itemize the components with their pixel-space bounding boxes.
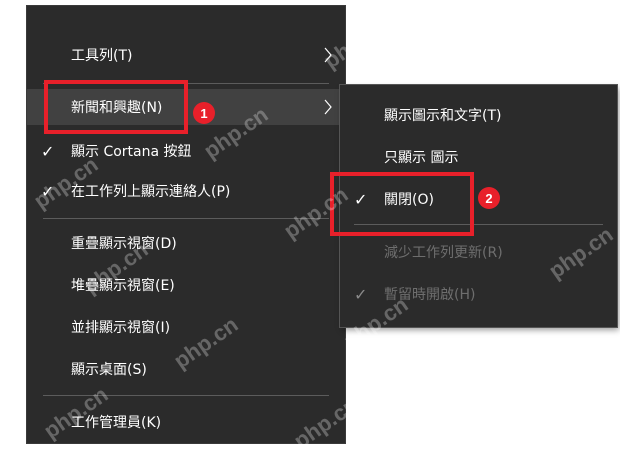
- menu-item-show-cortana[interactable]: ✓ 顯示 Cortana 按鈕: [27, 133, 345, 169]
- menu-item-show-desktop[interactable]: 顯示桌面(S): [27, 351, 345, 387]
- callout-box-turn-off: [330, 172, 474, 236]
- menu-item-label: 並排顯示視窗(I): [71, 320, 171, 336]
- checkmark-icon: ✓: [41, 141, 55, 161]
- menu-item-label: 顯示 Cortana 按鈕: [71, 144, 192, 160]
- menu-item-label: 減少工作列更新(R): [384, 245, 503, 261]
- menu-item-label: 重疊顯示視窗(D): [71, 236, 177, 252]
- callout-box-news-interests: [44, 80, 188, 134]
- menu-item-label: 顯示桌面(S): [71, 362, 147, 378]
- taskbar-context-menu: 工具列(T) 新聞和興趣(N) ✓ 顯示 Cortana 按鈕 ✓ 在工作列上顯…: [27, 6, 345, 443]
- menu-item-label: 顯示圖示和文字(T): [384, 108, 502, 124]
- menu-item-task-manager[interactable]: 工作管理員(K): [27, 404, 345, 440]
- submenu-item-reduce-updates: 減少工作列更新(R): [340, 234, 617, 270]
- menu-item-side-by-side[interactable]: 並排顯示視窗(I): [27, 309, 345, 345]
- menu-item-stack-windows[interactable]: 堆疊顯示視窗(E): [27, 267, 345, 303]
- menu-item-cascade-windows[interactable]: 重疊顯示視窗(D): [27, 225, 345, 261]
- checkmark-icon: ✓: [354, 284, 368, 304]
- menu-separator: [43, 218, 329, 219]
- submenu-item-open-on-hover: ✓ 暫留時開啟(H): [340, 276, 617, 312]
- callout-badge-1: 1: [193, 102, 215, 124]
- callout-badge-2: 2: [478, 187, 500, 209]
- submenu-item-show-icon-and-text[interactable]: 顯示圖示和文字(T): [340, 97, 617, 133]
- chevron-right-icon: [324, 99, 332, 115]
- chevron-right-icon: [324, 47, 332, 63]
- menu-item-label: 暫留時開啟(H): [384, 287, 476, 303]
- menu-separator: [43, 395, 329, 396]
- menu-item-toolbars[interactable]: 工具列(T): [27, 37, 345, 73]
- menu-item-show-people[interactable]: ✓ 在工作列上顯示連絡人(P): [27, 173, 345, 209]
- submenu-item-show-icon-only[interactable]: 只顯示 圖示: [340, 139, 617, 175]
- menu-item-label: 在工作列上顯示連絡人(P): [71, 184, 231, 200]
- menu-item-label: 堆疊顯示視窗(E): [71, 278, 175, 294]
- menu-item-label: 工作管理員(K): [71, 415, 162, 431]
- checkmark-icon: ✓: [41, 181, 55, 201]
- menu-item-label: 只顯示 圖示: [384, 150, 459, 166]
- menu-item-label: 工具列(T): [71, 48, 133, 64]
